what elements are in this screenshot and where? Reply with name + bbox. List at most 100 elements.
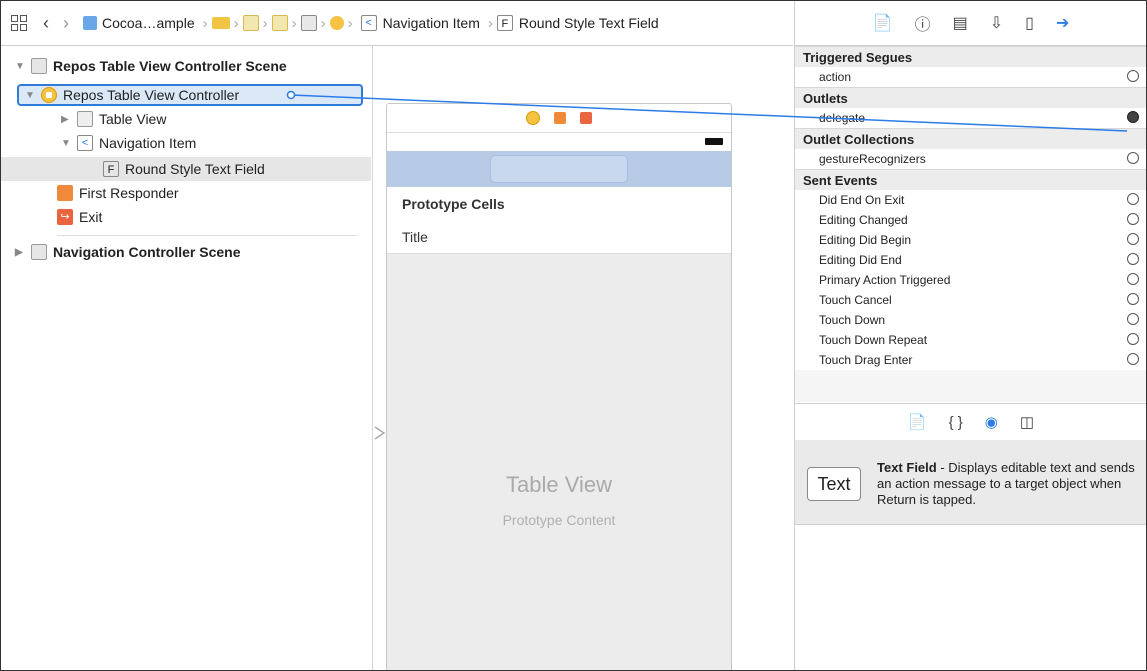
table-view-controller-frame[interactable]: Prototype Cells Title Table View Prototy…	[386, 103, 732, 670]
text-field-icon: F	[496, 15, 513, 31]
identity-inspector-icon[interactable]: ▤	[953, 13, 968, 33]
view-controller-icon[interactable]	[329, 16, 344, 30]
connection-well-icon[interactable]	[1127, 233, 1139, 245]
library-item-description: Text Field - Displays editable text and …	[877, 460, 1137, 508]
view-controller-icon	[41, 87, 57, 103]
jumpbar-field-label: Round Style Text Field	[518, 15, 659, 31]
separator-icon: ›	[262, 14, 268, 32]
outline-scene-repos[interactable]: ▼ Repos Table View Controller Scene	[15, 54, 287, 78]
scene-icon	[31, 58, 47, 74]
help-inspector-icon[interactable]: ⓘ	[915, 11, 931, 35]
table-view-placeholder-subtitle: Prototype Content	[502, 512, 616, 528]
jumpbar-project[interactable]: Cocoa…ample	[83, 15, 195, 31]
separator-icon: ›	[347, 14, 353, 32]
connection-label: Touch Cancel	[819, 293, 892, 307]
inspector-tabs: 📄 ⓘ ▤ ⇩ ▯ ➔	[795, 1, 1146, 46]
related-items-icon[interactable]	[11, 15, 27, 31]
file-template-library-icon[interactable]: 📄	[908, 413, 927, 431]
code-snippet-library-icon[interactable]: { }	[949, 414, 963, 431]
prototype-cells-header: Prototype Cells	[387, 187, 731, 221]
outline-table-view[interactable]: ▶ Table View	[61, 107, 166, 131]
connection-well-icon[interactable]	[1127, 70, 1139, 82]
separator-icon: ›	[233, 14, 239, 32]
connection-well-icon[interactable]	[1127, 333, 1139, 345]
connection-well-icon[interactable]	[1127, 111, 1139, 123]
connection-label: Touch Down	[819, 313, 886, 327]
connection-section-header: Outlets	[795, 87, 1146, 108]
connection-well-icon[interactable]	[1127, 313, 1139, 325]
connection-well-icon[interactable]	[1127, 353, 1139, 365]
connection-label: Editing Changed	[819, 213, 908, 227]
disclosure-triangle-icon[interactable]: ▼	[25, 90, 37, 101]
navigation-item-icon: <	[77, 135, 93, 151]
library-item-text-field[interactable]: Text Text Field - Displays editable text…	[795, 440, 1146, 525]
table-view-placeholder-title: Table View	[506, 472, 612, 497]
first-responder-icon[interactable]	[554, 112, 566, 124]
forward-chevron-icon[interactable]: ›	[63, 13, 69, 34]
connection-row: Did End On Exit	[795, 190, 1146, 210]
separator-icon: ›	[202, 14, 208, 32]
connection-row: Editing Did Begin	[795, 230, 1146, 250]
jumpbar-text-field[interactable]: F Round Style Text Field	[496, 15, 659, 31]
utilities-pane: 📄 ⓘ ▤ ⇩ ▯ ➔ Triggered Segues action Outlet…	[794, 1, 1146, 670]
scene-label: Navigation Controller Scene	[53, 244, 241, 260]
outline-first-responder[interactable]: First Responder	[57, 181, 179, 205]
media-library-icon[interactable]: ◫	[1020, 413, 1034, 431]
connection-well-icon[interactable]	[1127, 193, 1139, 205]
round-style-text-field[interactable]	[490, 155, 628, 183]
outline-view-controller[interactable]: ▼ Repos Table View Controller	[25, 83, 239, 107]
disclosure-triangle-icon[interactable]: ▼	[61, 138, 73, 149]
connection-well-icon[interactable]	[1127, 293, 1139, 305]
scene-icon	[31, 244, 47, 260]
storyboard-base-icon[interactable]	[271, 15, 288, 31]
connection-row: Primary Action Triggered	[795, 270, 1146, 290]
scene-icon[interactable]	[300, 15, 317, 31]
entry-arrow-icon	[374, 426, 386, 440]
storyboard-canvas[interactable]: Prototype Cells Title Table View Prototy…	[373, 46, 793, 670]
scene-dock	[387, 104, 731, 133]
scene-label: Repos Table View Controller Scene	[53, 58, 287, 74]
jump-bar: ‹ › Cocoa…ample › › › › › › < Navigation…	[1, 1, 793, 46]
file-inspector-icon[interactable]: 📄	[873, 13, 893, 33]
separator-icon: ›	[291, 14, 297, 32]
connection-label: gestureRecognizers	[819, 152, 926, 166]
project-icon	[83, 16, 97, 30]
outline-exit[interactable]: ↪ Exit	[57, 205, 102, 229]
connection-row: Touch Cancel	[795, 290, 1146, 310]
navigation-bar[interactable]	[387, 151, 731, 187]
folder-icon[interactable]	[211, 17, 230, 29]
jumpbar-navigation-item[interactable]: < Navigation Item	[357, 15, 480, 31]
storyboard-icon[interactable]	[242, 15, 259, 31]
disclosure-triangle-icon[interactable]: ▼	[15, 61, 27, 72]
outline-text-field[interactable]: F Round Style Text Field	[103, 157, 265, 181]
attributes-inspector-icon[interactable]: ⇩	[990, 13, 1003, 33]
connection-well-icon[interactable]	[1127, 213, 1139, 225]
outline-scene-navigation[interactable]: ▶ Navigation Controller Scene	[15, 240, 240, 264]
connection-row: Touch Drag Enter	[795, 350, 1146, 370]
connection-well-icon[interactable]	[1127, 253, 1139, 265]
size-inspector-icon[interactable]: ▯	[1025, 13, 1034, 33]
table-view-label: Table View	[99, 111, 167, 127]
connection-well-icon[interactable]	[1127, 273, 1139, 285]
connections-inspector: Triggered Segues action Outlets delegate Out…	[795, 46, 1146, 402]
back-chevron-icon[interactable]: ‹	[43, 13, 49, 34]
connection-label: delegate	[819, 111, 866, 125]
first-responder-label: First Responder	[79, 185, 179, 201]
object-library-icon[interactable]: ◉	[985, 413, 998, 431]
disclosure-triangle-icon[interactable]: ▶	[15, 247, 27, 258]
connection-row: delegate	[795, 108, 1146, 128]
disclosure-triangle-icon[interactable]: ▶	[61, 114, 73, 125]
connection-row: Touch Down	[795, 310, 1146, 330]
connection-section-header: Sent Events	[795, 169, 1146, 190]
first-responder-icon	[57, 185, 73, 201]
jumpbar-nav-item-label: Navigation Item	[382, 15, 480, 31]
connection-well-icon[interactable]	[1127, 152, 1139, 164]
outline-navigation-item[interactable]: ▼ < Navigation Item	[61, 131, 196, 155]
connection-row: action	[795, 67, 1146, 87]
prototype-cell-title[interactable]: Title	[387, 221, 731, 254]
exit-label: Exit	[79, 209, 103, 225]
connections-inspector-icon[interactable]: ➔	[1056, 13, 1069, 33]
exit-icon[interactable]	[580, 112, 592, 124]
view-controller-icon[interactable]	[526, 111, 540, 125]
text-field-icon: F	[103, 161, 119, 177]
